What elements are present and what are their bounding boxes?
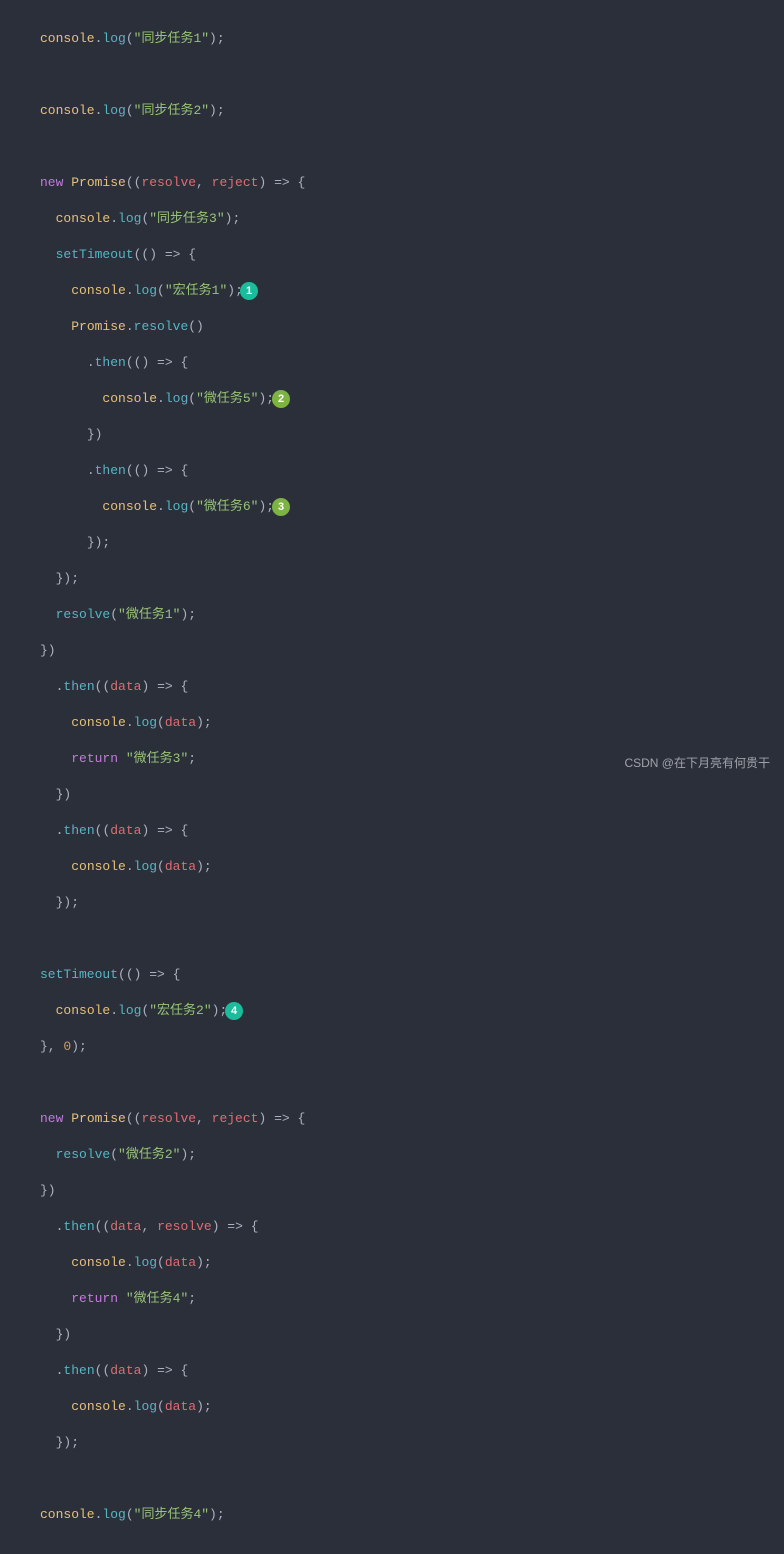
code-line: }); — [40, 894, 744, 912]
code-line: .then((data) => { — [40, 822, 744, 840]
code-line: resolve("微任务2"); — [40, 1146, 744, 1164]
code-line: console.log("同步任务2"); — [40, 102, 744, 120]
annotation-badge-4: 4 — [225, 1002, 243, 1020]
code-line: }) — [40, 642, 744, 660]
code-line: new Promise((resolve, reject) => { — [40, 174, 744, 192]
code-line: console.log("宏任务1");1 — [40, 282, 744, 300]
code-line: .then((data) => { — [40, 678, 744, 696]
annotation-badge-3: 3 — [272, 498, 290, 516]
code-line: resolve("微任务1"); — [40, 606, 744, 624]
code-line: .then((data) => { — [40, 1362, 744, 1380]
code-line: console.log(data); — [40, 714, 744, 732]
code-line: .then(() => { — [40, 354, 744, 372]
code-line: .then(() => { — [40, 462, 744, 480]
code-line: console.log("同步任务1"); — [40, 30, 744, 48]
code-line: console.log("宏任务2");4 — [40, 1002, 744, 1020]
code-line: }) — [40, 1326, 744, 1344]
code-line: console.log(data); — [40, 858, 744, 876]
code-line: console.log("微任务5");2 — [40, 390, 744, 408]
code-block: console.log("同步任务1"); console.log("同步任务2… — [0, 0, 784, 1554]
code-line: }, 0); — [40, 1038, 744, 1056]
code-line: console.log(data); — [40, 1398, 744, 1416]
code-line: }); — [40, 1434, 744, 1452]
code-line: console.log("同步任务3"); — [40, 210, 744, 228]
code-line: }) — [40, 1182, 744, 1200]
code-line: return "微任务4"; — [40, 1290, 744, 1308]
annotation-badge-2: 2 — [272, 390, 290, 408]
code-line: new Promise((resolve, reject) => { — [40, 1110, 744, 1128]
code-line: console.log("同步任务4"); — [40, 1506, 744, 1524]
code-line: console.log("微任务6");3 — [40, 498, 744, 516]
annotation-badge-1: 1 — [240, 282, 258, 300]
code-line: }) — [40, 786, 744, 804]
code-line: .then((data, resolve) => { — [40, 1218, 744, 1236]
code-line: Promise.resolve() — [40, 318, 744, 336]
watermark: CSDN @在下月亮有何贵干 — [624, 754, 770, 772]
code-line: }) — [40, 426, 744, 444]
code-line: console.log(data); — [40, 1254, 744, 1272]
code-line: }); — [40, 570, 744, 588]
code-line: }); — [40, 534, 744, 552]
code-line: setTimeout(() => { — [40, 246, 744, 264]
code-line: setTimeout(() => { — [40, 966, 744, 984]
